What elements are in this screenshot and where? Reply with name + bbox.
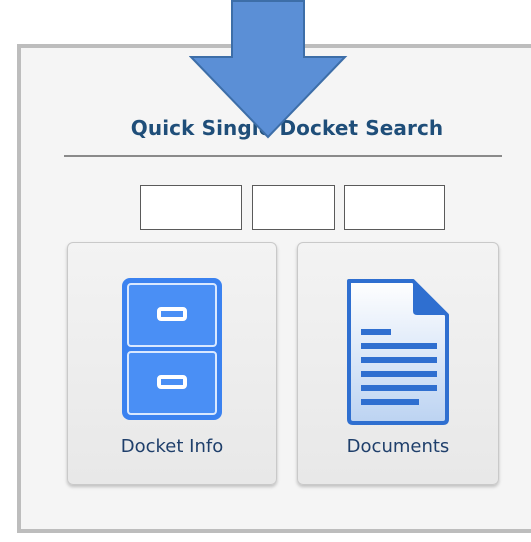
docket-field-3[interactable] <box>344 185 445 230</box>
documents-button[interactable]: Documents <box>297 242 499 485</box>
docket-field-1[interactable] <box>140 185 242 230</box>
documents-label: Documents <box>346 436 450 457</box>
down-arrow-icon <box>188 0 349 144</box>
docket-info-label: Docket Info <box>120 436 224 457</box>
title-divider <box>64 155 502 157</box>
docket-field-2[interactable] <box>252 185 335 230</box>
filing-cabinet-icon <box>121 277 223 425</box>
document-icon <box>343 277 455 431</box>
docket-info-button[interactable]: Docket Info <box>67 242 277 485</box>
